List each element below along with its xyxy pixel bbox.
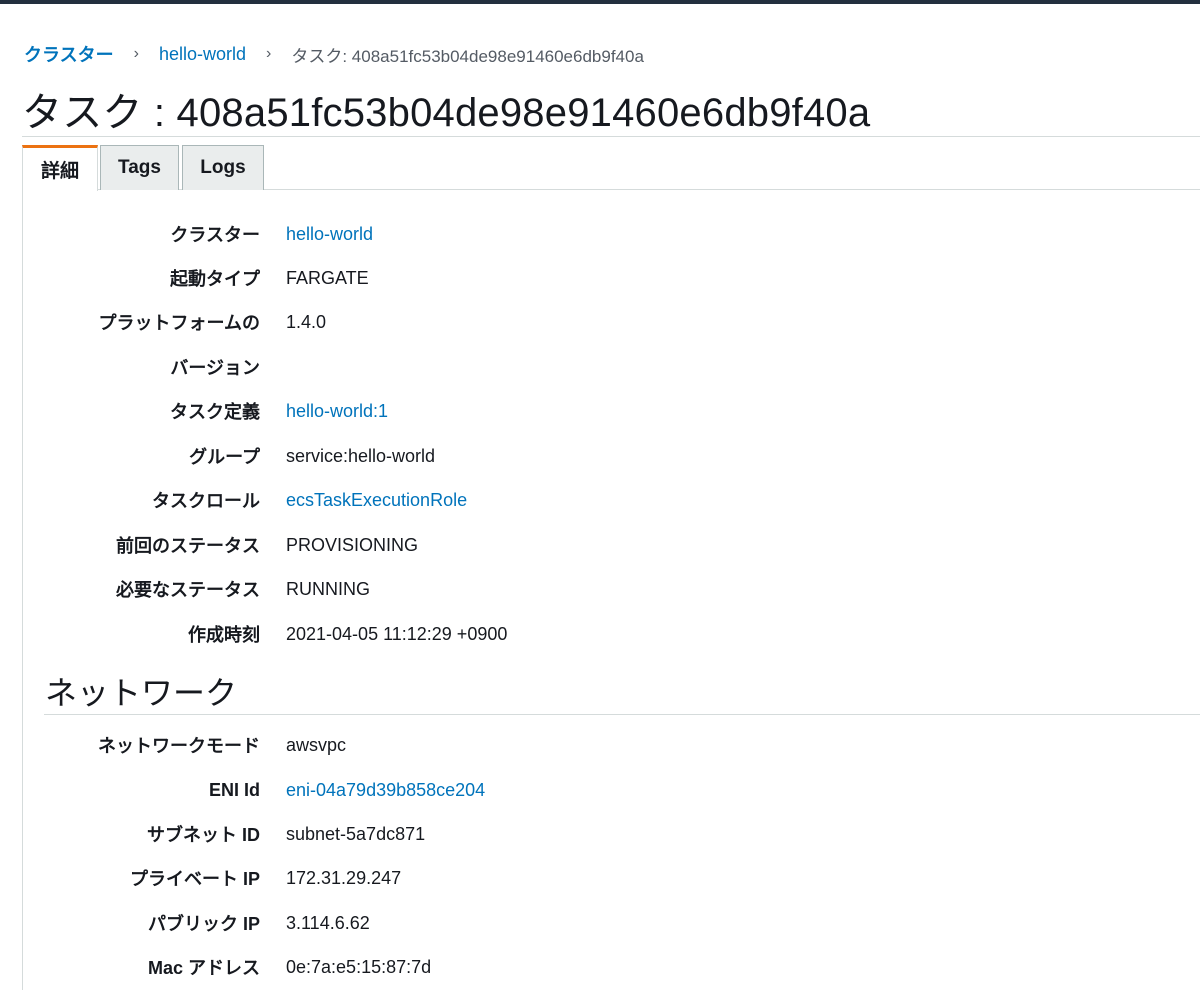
network-row-public-ip: パブリック IP 3.114.6.62 (22, 909, 370, 937)
detail-row-group: グループ service:hello-world (22, 442, 435, 470)
detail-label: タスク定義 (170, 402, 260, 422)
detail-label: タスクロール (152, 491, 260, 511)
detail-label: ネットワークモード (98, 736, 260, 756)
detail-label: 起動タイプ (170, 269, 260, 289)
detail-label: 前回のステータス (116, 536, 260, 556)
eni-link[interactable]: eni-04a79d39b858ce204 (286, 780, 485, 801)
network-row-eni: ENI Id eni-04a79d39b858ce204 (22, 776, 485, 804)
detail-value: 3.114.6.62 (286, 912, 370, 933)
detail-value: service:hello-world (286, 445, 436, 466)
detail-label: Mac アドレス (147, 958, 260, 978)
detail-label: 必要なステータス (116, 580, 260, 600)
detail-row-cluster: クラスター hello-world (22, 220, 373, 248)
detail-label: クラスター (170, 225, 260, 245)
detail-label: バージョン (170, 358, 260, 378)
detail-label: プライベート IP (129, 869, 260, 889)
detail-row-created-at: 作成時刻 2021-04-05 11:12:29 +0900 (22, 620, 507, 648)
detail-row-desired-status: 必要なステータス RUNNING (22, 575, 370, 603)
network-row-private-ip: プライベート IP 172.31.29.247 (22, 864, 401, 892)
detail-label: 作成時刻 (188, 625, 260, 645)
detail-row-platform-version: プラットフォームの 1.4.0 (22, 308, 327, 336)
detail-value: 1.4.0 (286, 311, 327, 332)
detail-row-last-status: 前回のステータス PROVISIONING (22, 531, 418, 559)
detail-value: FARGATE (286, 267, 369, 288)
network-row-subnet: サブネット ID subnet-5a7dc871 (22, 820, 425, 848)
detail-value: PROVISIONING (286, 534, 419, 555)
breadcrumb-chevron-icon: › (133, 45, 139, 62)
tab-logs[interactable]: Logs (182, 145, 264, 190)
title-divider (22, 136, 1200, 137)
detail-label: プラットフォームの (98, 313, 260, 333)
breadcrumb-chevron-icon: › (266, 45, 272, 62)
detail-row-task-role: タスクロール ecsTaskExecutionRole (22, 486, 467, 514)
network-row-mode: ネットワークモード awsvpc (22, 731, 346, 759)
network-divider (44, 714, 1200, 715)
detail-value: RUNNING (286, 578, 370, 599)
detail-value: 172.31.29.247 (286, 867, 402, 888)
detail-label: ENI Id (208, 779, 260, 800)
top-nav-bar (0, 0, 1200, 4)
detail-row-version-label: バージョン (22, 353, 260, 381)
page-title: タスク : 408a51fc53b04de98e91460e6db9f40a (22, 91, 871, 135)
detail-label: パブリック IP (147, 914, 260, 934)
breadcrumb-cluster-link[interactable]: hello-world (159, 44, 246, 65)
detail-label: グループ (189, 447, 260, 467)
network-section-title: ネットワーク (45, 675, 238, 711)
detail-value: awsvpc (286, 734, 347, 755)
tab-details[interactable]: 詳細 (22, 145, 98, 191)
detail-value: 0e:7a:e5:15:87:7d (286, 956, 432, 977)
tab-tags[interactable]: Tags (100, 145, 179, 190)
detail-value: subnet-5a7dc871 (286, 823, 426, 844)
detail-row-launch-type: 起動タイプ FARGATE (22, 264, 369, 292)
breadcrumb-current: タスク: 408a51fc53b04de98e91460e6db9f40a (291, 46, 644, 66)
breadcrumb-clusters-link[interactable]: クラスター (24, 41, 114, 67)
detail-label: サブネット ID (146, 825, 260, 845)
cluster-link[interactable]: hello-world (286, 224, 373, 245)
detail-value: 2021-04-05 11:12:29 +0900 (286, 623, 508, 644)
network-row-mac-address: Mac アドレス 0e:7a:e5:15:87:7d (22, 953, 431, 981)
task-role-link[interactable]: ecsTaskExecutionRole (286, 490, 467, 511)
breadcrumb: クラスター › hello-world › タスク: 408a51fc53b04… (24, 42, 644, 66)
detail-row-task-definition: タスク定義 hello-world:1 (22, 397, 388, 425)
task-definition-link[interactable]: hello-world:1 (286, 401, 388, 422)
